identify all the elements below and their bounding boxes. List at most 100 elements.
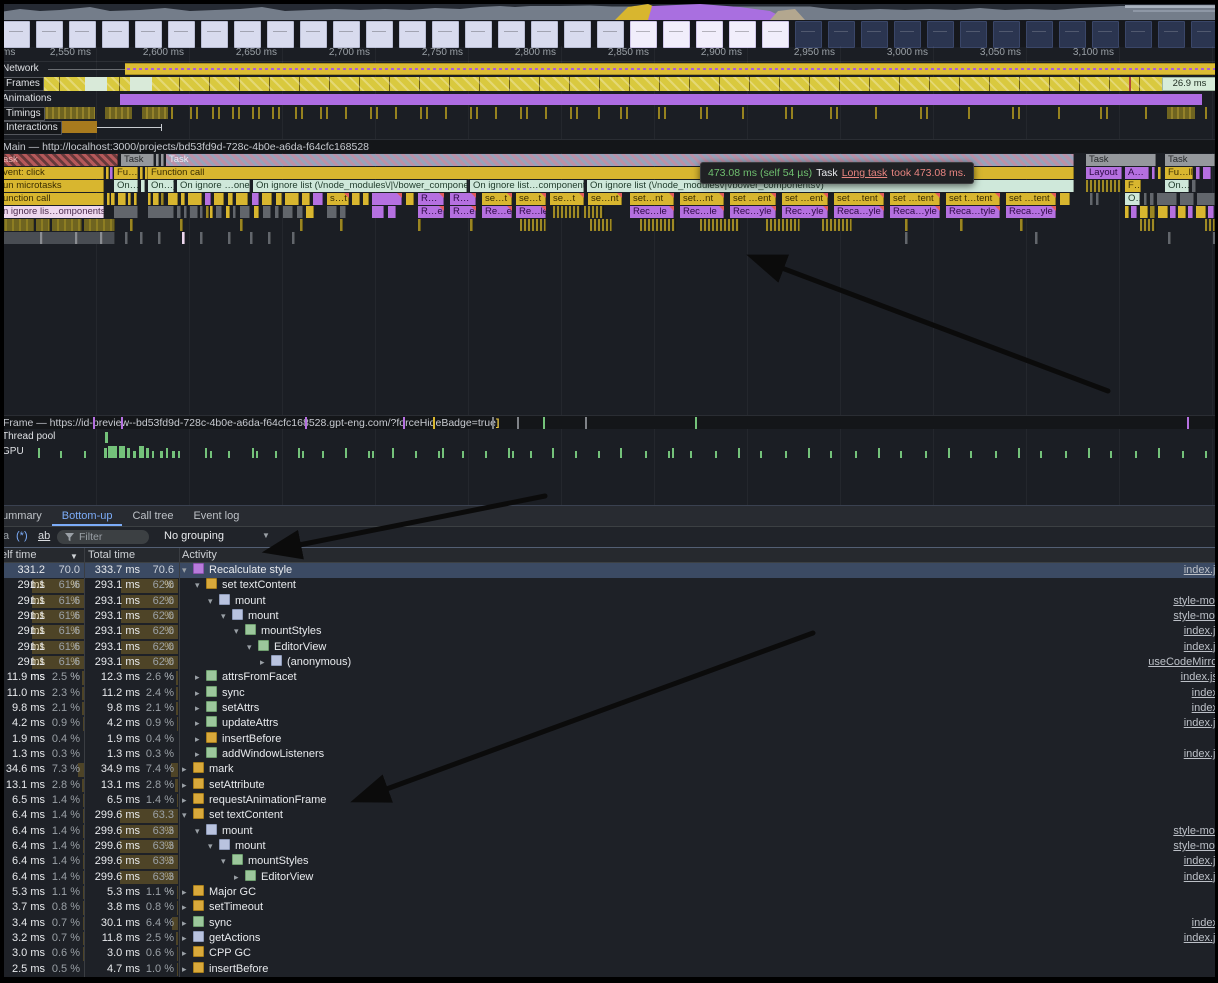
- total-time-header[interactable]: Total time: [88, 549, 135, 561]
- activity-cell[interactable]: ▸setTimeout: [182, 900, 1218, 915]
- flame-bar[interactable]: [1205, 219, 1215, 231]
- flame-bar[interactable]: [106, 167, 109, 179]
- gpu-tick[interactable]: [205, 448, 207, 458]
- filmstrip-thumbnail[interactable]: [201, 21, 228, 48]
- flame-bar[interactable]: [640, 219, 676, 231]
- flame-bar[interactable]: R…e: [450, 206, 476, 218]
- activity-header[interactable]: Activity: [182, 549, 217, 561]
- flame-bar[interactable]: A…: [1125, 167, 1149, 179]
- flame-bar[interactable]: set t…tent: [946, 193, 1000, 205]
- gpu-tick[interactable]: [668, 451, 670, 458]
- flame-bar[interactable]: [177, 206, 181, 218]
- gpu-tick[interactable]: [508, 448, 510, 458]
- flame-bar[interactable]: [75, 232, 78, 244]
- flame-bar[interactable]: [285, 193, 299, 205]
- flame-bar[interactable]: [134, 193, 137, 205]
- activity-cell[interactable]: ▸sync: [182, 916, 1218, 931]
- gpu-tick[interactable]: [108, 446, 117, 458]
- gpu-tick[interactable]: [368, 451, 370, 458]
- activity-cell[interactable]: ▸setAttribute: [182, 778, 1218, 793]
- flame-bar[interactable]: [156, 154, 159, 166]
- filmstrip-thumbnail[interactable]: [234, 21, 261, 48]
- filmstrip-thumbnail[interactable]: [960, 21, 987, 48]
- tab-event-log[interactable]: Event log: [183, 506, 249, 526]
- animations-track[interactable]: Animations: [0, 92, 1218, 106]
- table-row[interactable]: 3.0 ms0.6 %3.0 ms0.6 %▸CPP GC: [0, 946, 1218, 961]
- match-whole-word-icon[interactable]: ab: [38, 530, 50, 542]
- table-row[interactable]: 13.1 ms2.8 %13.1 ms2.8 %▸setAttribute: [0, 778, 1218, 793]
- flame-bar[interactable]: [228, 232, 231, 244]
- table-row[interactable]: 34.6 ms7.3 %34.9 ms7.4 %▸mark: [0, 762, 1218, 777]
- flame-bar[interactable]: Fu…ll: [1165, 167, 1193, 179]
- bottom-up-table[interactable]: 331.2 ms70.0 %333.7 ms70.6 %▾Recalculate…: [0, 563, 1218, 977]
- collapse-icon[interactable]: ▾: [182, 808, 193, 823]
- flame-bar[interactable]: [262, 193, 272, 205]
- gpu-tick[interactable]: [438, 451, 440, 458]
- flame-bar[interactable]: [228, 193, 233, 205]
- flame-bar[interactable]: [1158, 167, 1161, 179]
- filmstrip-thumbnail[interactable]: [795, 21, 822, 48]
- expand-icon[interactable]: ▸: [182, 793, 193, 808]
- table-row[interactable]: 6.4 ms1.4 %299.6 ms63.3 %▾mountstyle-mod: [0, 839, 1218, 854]
- flame-bar[interactable]: [111, 193, 115, 205]
- source-link[interactable]: index.js: [1184, 854, 1218, 869]
- activity-cell[interactable]: ▸(anonymous): [182, 655, 1218, 670]
- source-link[interactable]: index.js: [1184, 563, 1218, 578]
- flame-bar[interactable]: [313, 193, 323, 205]
- table-row[interactable]: 291.1 ms61.6 %293.1 ms62.0 %▾set textCon…: [0, 578, 1218, 593]
- animations-bar[interactable]: [120, 94, 1202, 105]
- frames-bar[interactable]: [0, 77, 1162, 91]
- flame-bar[interactable]: [1140, 206, 1148, 218]
- activity-cell[interactable]: ▸requestAnimationFrame: [182, 793, 1218, 808]
- gpu-tick[interactable]: [830, 451, 832, 458]
- filmstrip-thumbnail[interactable]: [366, 21, 393, 48]
- flame-bar[interactable]: [1020, 219, 1023, 231]
- flame-bar[interactable]: se…t: [550, 193, 584, 205]
- activity-cell[interactable]: ▸insertBefore: [182, 732, 1218, 747]
- table-row[interactable]: 6.5 ms1.4 %6.5 ms1.4 %▸requestAnimationF…: [0, 793, 1218, 808]
- filmstrip-thumbnail[interactable]: [1125, 21, 1152, 48]
- flame-bar[interactable]: [1035, 232, 1038, 244]
- gpu-tick[interactable]: [1110, 451, 1112, 458]
- filmstrip-thumbnail[interactable]: [267, 21, 294, 48]
- collapse-icon[interactable]: ▾: [221, 854, 232, 869]
- flame-bar[interactable]: [182, 232, 185, 244]
- flame-bar[interactable]: [1125, 206, 1129, 218]
- activity-cell[interactable]: ▾Recalculate style: [182, 563, 1218, 578]
- gpu-tick[interactable]: [690, 451, 692, 458]
- expand-icon[interactable]: ▸: [182, 931, 193, 946]
- flame-bar[interactable]: [226, 206, 230, 218]
- frame-duration-badge[interactable]: 26.9 ms: [1162, 77, 1217, 91]
- sort-descending-icon[interactable]: ▼: [70, 552, 78, 561]
- gpu-tick[interactable]: [345, 448, 347, 458]
- flame-bar[interactable]: [118, 193, 126, 205]
- flame-bar[interactable]: Reca…yle: [890, 206, 940, 218]
- flame-bar[interactable]: [1170, 206, 1176, 218]
- source-link[interactable]: index.js: [1184, 747, 1218, 762]
- gpu-tick[interactable]: [392, 448, 394, 458]
- flame-bar[interactable]: set …tent: [1006, 193, 1056, 205]
- flame-bar[interactable]: [327, 206, 337, 218]
- flame-bar[interactable]: [766, 219, 800, 231]
- flame-bar[interactable]: [1208, 206, 1214, 218]
- flame-bar[interactable]: [340, 206, 346, 218]
- flame-bar[interactable]: un microtasks: [0, 180, 104, 192]
- expand-icon[interactable]: ▸: [195, 732, 206, 747]
- gpu-tick[interactable]: [900, 451, 902, 458]
- table-row[interactable]: 6.4 ms1.4 %299.6 ms63.3 %▾mountStylesind…: [0, 854, 1218, 869]
- gpu-tick[interactable]: [485, 451, 487, 458]
- gpu-tick[interactable]: [855, 451, 857, 458]
- flame-bar[interactable]: [114, 206, 138, 218]
- gpu-tick[interactable]: [760, 451, 762, 458]
- flame-bar[interactable]: [141, 180, 145, 192]
- main-thread-section-title[interactable]: Main — http://localhost:3000/projects/bd…: [0, 139, 1218, 153]
- gpu-tick[interactable]: [119, 446, 125, 458]
- table-row[interactable]: 3.4 ms0.7 %30.1 ms6.4 %▸syncindex.: [0, 916, 1218, 931]
- flame-bar[interactable]: [1180, 193, 1194, 205]
- filmstrip-thumbnail[interactable]: [300, 21, 327, 48]
- flame-bar[interactable]: On ignore list (\/node_modules\/|\/bower…: [253, 180, 467, 192]
- flame-bar[interactable]: [300, 219, 303, 231]
- flame-bar[interactable]: On ignore list…components\/): [470, 180, 584, 192]
- flame-bar[interactable]: [214, 193, 224, 205]
- filmstrip-thumbnail[interactable]: [729, 21, 756, 48]
